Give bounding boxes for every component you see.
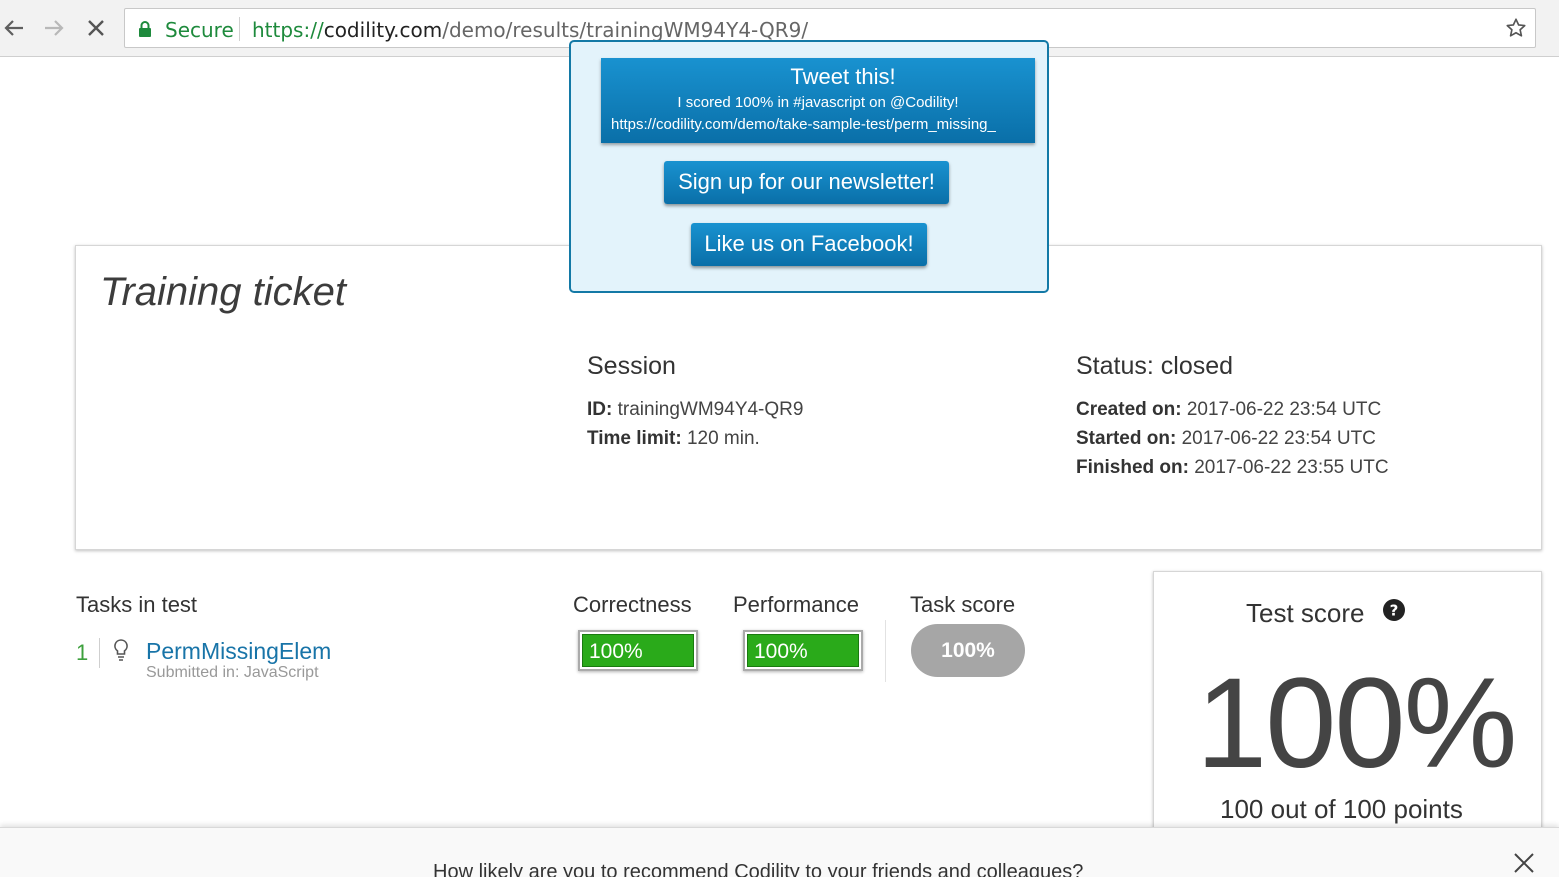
correctness-value: 100% xyxy=(582,634,694,667)
time-limit-value: 120 min. xyxy=(686,428,760,449)
session-id-value: trainingWM94Y4-QR9 xyxy=(617,399,804,420)
tasks-heading: Tasks in test xyxy=(76,592,198,617)
started-label: Started on: xyxy=(1076,428,1177,449)
close-icon[interactable] xyxy=(1513,852,1535,877)
tweet-title: Tweet this! xyxy=(790,64,896,89)
performance-header: Performance xyxy=(733,592,859,617)
url-path: /demo/results/trainingWM94Y4-QR9/ xyxy=(442,18,809,42)
session-id: ID: trainingWM94Y4-QR9 xyxy=(587,399,803,421)
page-title: Training ticket xyxy=(100,270,347,314)
task-score-header: Task score xyxy=(910,592,1016,617)
help-icon[interactable]: ? xyxy=(1382,598,1406,627)
correctness-header: Correctness xyxy=(573,592,692,617)
tweet-text: I scored 100% in #javascript on @Codilit… xyxy=(677,94,959,111)
time-limit: Time limit: 120 min. xyxy=(587,428,760,450)
url-scheme: https:// xyxy=(252,18,324,42)
session-id-label: ID: xyxy=(587,399,613,420)
url-text[interactable]: https://codility.com/demo/results/traini… xyxy=(252,18,808,42)
finished-on: Finished on: 2017-06-22 23:55 UTC xyxy=(1076,457,1389,479)
finished-label: Finished on: xyxy=(1076,457,1189,478)
omnibox-divider xyxy=(239,17,240,41)
started-value: 2017-06-22 23:54 UTC xyxy=(1181,428,1376,449)
correctness-bar: 100% xyxy=(578,630,698,671)
svg-text:?: ? xyxy=(1390,602,1399,620)
started-on: Started on: 2017-06-22 23:54 UTC xyxy=(1076,428,1376,450)
finished-value: 2017-06-22 23:55 UTC xyxy=(1194,457,1389,478)
forward-icon[interactable] xyxy=(40,14,68,42)
time-limit-label: Time limit: xyxy=(587,428,682,449)
lock-icon xyxy=(138,20,152,43)
task-link[interactable]: PermMissingElem xyxy=(146,638,331,665)
status-heading: Status: closed xyxy=(1076,352,1234,380)
session-heading: Session xyxy=(587,352,676,380)
stop-loading-icon[interactable] xyxy=(82,14,110,42)
score-divider xyxy=(885,620,886,682)
test-score-title: Test score xyxy=(1246,598,1365,628)
task-score-badge: 100% xyxy=(911,624,1025,677)
test-score-card: Test score ? 100% 100 out of 100 points xyxy=(1153,571,1542,841)
tweet-link: https://codility.com/demo/take-sample-te… xyxy=(611,116,996,133)
created-label: Created on: xyxy=(1076,399,1182,420)
secure-label: Secure xyxy=(165,18,234,42)
facebook-like-button[interactable]: Like us on Facebook! xyxy=(691,223,927,266)
performance-bar: 100% xyxy=(743,630,863,671)
task-language: Submitted in: JavaScript xyxy=(146,664,319,681)
created-value: 2017-06-22 23:54 UTC xyxy=(1186,399,1382,420)
tweet-button[interactable]: Tweet this! I scored 100% in #javascript… xyxy=(601,58,1035,143)
back-icon[interactable] xyxy=(0,14,28,42)
lightbulb-icon xyxy=(112,638,130,667)
task-divider xyxy=(99,638,100,668)
survey-question: How likely are you to recommend Codility… xyxy=(433,861,1084,877)
newsletter-button[interactable]: Sign up for our newsletter! xyxy=(664,161,949,204)
task-number: 1 xyxy=(76,640,89,665)
url-host: codility.com xyxy=(323,18,443,42)
survey-bar: How likely are you to recommend Codility… xyxy=(0,827,1559,877)
test-score-value: 100% xyxy=(1196,652,1517,795)
test-score-points: 100 out of 100 points xyxy=(1220,794,1463,824)
share-popup: Tweet this! I scored 100% in #javascript… xyxy=(569,40,1049,293)
created-on: Created on: 2017-06-22 23:54 UTC xyxy=(1076,399,1381,421)
bookmark-star-icon[interactable] xyxy=(1505,17,1527,44)
performance-value: 100% xyxy=(747,634,859,667)
